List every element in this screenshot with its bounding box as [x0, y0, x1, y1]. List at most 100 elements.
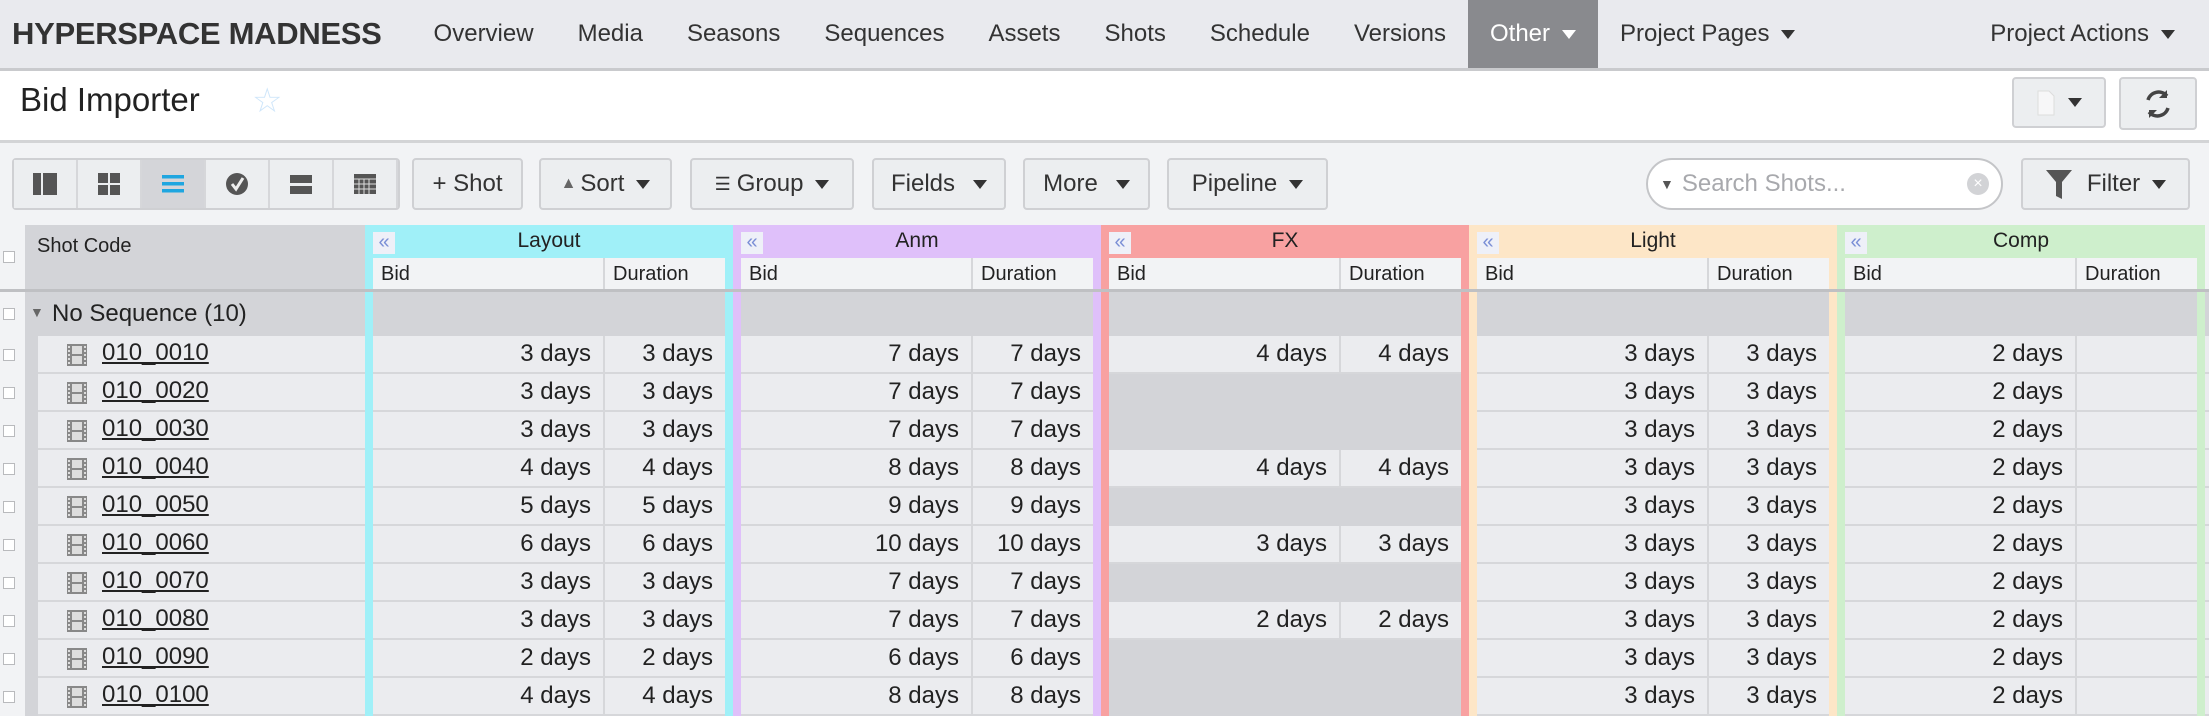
duration-cell[interactable]: 3 days: [1709, 488, 1829, 524]
bid-cell[interactable]: 2 days: [373, 640, 605, 676]
bid-cell[interactable]: 9 days: [741, 488, 973, 524]
bid-cell[interactable]: 3 days: [373, 336, 605, 372]
bid-cell[interactable]: 2 days: [1845, 678, 2077, 714]
duration-cell[interactable]: [2077, 374, 2197, 410]
duration-cell[interactable]: 3 days: [1709, 602, 1829, 638]
subheader-duration[interactable]: Duration: [605, 258, 725, 291]
more-button[interactable]: More: [1023, 158, 1150, 210]
bid-cell[interactable]: 3 days: [1477, 564, 1709, 600]
duration-cell[interactable]: 3 days: [605, 374, 725, 410]
bid-cell[interactable]: 3 days: [1477, 336, 1709, 372]
table-row[interactable]: 010_0060 6 days 6 days 10 days 10 days 3 days…: [0, 526, 2209, 564]
nav-item-shots[interactable]: Shots: [1082, 0, 1187, 68]
duration-cell[interactable]: [1341, 412, 1461, 450]
duration-cell[interactable]: 2 days: [1341, 602, 1461, 638]
row-view-button[interactable]: [270, 160, 334, 208]
bid-cell[interactable]: 8 days: [741, 678, 973, 714]
sequence-group-row[interactable]: ▼ No Sequence (10): [0, 292, 2209, 336]
bid-cell[interactable]: 3 days: [373, 374, 605, 410]
subheader-duration[interactable]: Duration: [2077, 258, 2197, 291]
bid-cell[interactable]: 2 days: [1109, 602, 1341, 638]
bid-cell[interactable]: 8 days: [741, 450, 973, 486]
table-row[interactable]: 010_0030 3 days 3 days 7 days 7 days 3 days 3 …: [0, 412, 2209, 450]
nav-item-other[interactable]: Other: [1468, 0, 1599, 68]
bid-cell[interactable]: 2 days: [1845, 526, 2077, 562]
bid-cell[interactable]: [1109, 412, 1341, 450]
bid-cell[interactable]: 2 days: [1845, 488, 2077, 524]
bid-cell[interactable]: 3 days: [1477, 602, 1709, 638]
table-row[interactable]: 010_0020 3 days 3 days 7 days 7 days 3 days 3 …: [0, 374, 2209, 412]
subheader-bid[interactable]: Bid: [1845, 258, 2077, 291]
select-all-checkbox[interactable]: [3, 251, 15, 263]
bid-cell[interactable]: [1109, 374, 1341, 412]
bid-cell[interactable]: 2 days: [1845, 564, 2077, 600]
subheader-bid[interactable]: Bid: [1109, 258, 1341, 291]
shot-code-link[interactable]: 010_0100: [102, 681, 209, 709]
bid-cell[interactable]: [1109, 488, 1341, 526]
duration-cell[interactable]: 5 days: [605, 488, 725, 524]
shot-code-link[interactable]: 010_0070: [102, 567, 209, 595]
subheader-duration[interactable]: Duration: [973, 258, 1093, 291]
table-row[interactable]: 010_0100 4 days 4 days 8 days 8 days 3 days 3 …: [0, 678, 2209, 716]
bid-cell[interactable]: 2 days: [1845, 412, 2077, 448]
shot-code-link[interactable]: 010_0020: [102, 377, 209, 405]
bid-cell[interactable]: 2 days: [1845, 336, 2077, 372]
duration-cell[interactable]: [2077, 450, 2197, 486]
subheader-duration[interactable]: Duration: [1341, 258, 1461, 291]
group-checkbox[interactable]: [3, 308, 15, 320]
shot-code-link[interactable]: 010_0010: [102, 339, 209, 367]
shot-code-link[interactable]: 010_0060: [102, 529, 209, 557]
duration-cell[interactable]: 7 days: [973, 412, 1093, 448]
project-title[interactable]: HYPERSPACE MADNESS: [12, 16, 382, 52]
project-actions-menu[interactable]: Project Actions: [1968, 0, 2197, 68]
subheader-bid[interactable]: Bid: [741, 258, 973, 291]
duration-cell[interactable]: [1341, 640, 1461, 678]
bid-cell[interactable]: 7 days: [741, 374, 973, 410]
thumbnail-view-button[interactable]: [78, 160, 142, 208]
row-checkbox[interactable]: [3, 539, 15, 551]
bid-cell[interactable]: 3 days: [1477, 374, 1709, 410]
bid-cell[interactable]: 4 days: [1109, 450, 1341, 486]
bid-cell[interactable]: 5 days: [373, 488, 605, 524]
table-row[interactable]: 010_0010 3 days 3 days 7 days 7 days 4 days 4 …: [0, 336, 2209, 374]
row-checkbox[interactable]: [3, 425, 15, 437]
duration-cell[interactable]: 3 days: [1709, 564, 1829, 600]
bid-cell[interactable]: 2 days: [1845, 374, 2077, 410]
duration-cell[interactable]: 3 days: [605, 412, 725, 448]
spreadsheet-view-button[interactable]: [334, 160, 398, 208]
duration-cell[interactable]: [2077, 336, 2197, 372]
bid-cell[interactable]: 6 days: [373, 526, 605, 562]
row-checkbox[interactable]: [3, 501, 15, 513]
duration-cell[interactable]: 4 days: [605, 678, 725, 714]
duration-cell[interactable]: 3 days: [1709, 640, 1829, 676]
bid-cell[interactable]: 2 days: [1845, 602, 2077, 638]
duration-cell[interactable]: [2077, 678, 2197, 714]
table-row[interactable]: 010_0080 3 days 3 days 7 days 7 days 2 days 2 …: [0, 602, 2209, 640]
duration-cell[interactable]: 10 days: [973, 526, 1093, 562]
duration-cell[interactable]: [1341, 488, 1461, 526]
duration-cell[interactable]: 3 days: [605, 602, 725, 638]
nav-item-media[interactable]: Media: [556, 0, 665, 68]
row-checkbox[interactable]: [3, 387, 15, 399]
bid-cell[interactable]: 7 days: [741, 564, 973, 600]
row-checkbox[interactable]: [3, 615, 15, 627]
duration-cell[interactable]: [1341, 564, 1461, 602]
table-row[interactable]: 010_0070 3 days 3 days 7 days 7 days 3 days 3 …: [0, 564, 2209, 602]
nav-item-overview[interactable]: Overview: [412, 0, 556, 68]
duration-cell[interactable]: 3 days: [1709, 526, 1829, 562]
duration-cell[interactable]: 8 days: [973, 450, 1093, 486]
search-dropdown-icon[interactable]: ▼: [1660, 176, 1674, 192]
duration-cell[interactable]: [2077, 526, 2197, 562]
duration-cell[interactable]: 7 days: [973, 564, 1093, 600]
bid-cell[interactable]: 3 days: [1477, 412, 1709, 448]
nav-item-sequences[interactable]: Sequences: [802, 0, 966, 68]
bid-cell[interactable]: [1109, 640, 1341, 678]
subheader-bid[interactable]: Bid: [1477, 258, 1709, 291]
row-checkbox[interactable]: [3, 349, 15, 361]
task-status-button[interactable]: [206, 160, 270, 208]
bid-cell[interactable]: 7 days: [741, 602, 973, 638]
subheader-bid[interactable]: Bid: [373, 258, 605, 291]
duration-cell[interactable]: [2077, 602, 2197, 638]
duration-cell[interactable]: 3 days: [1709, 678, 1829, 714]
nav-item-schedule[interactable]: Schedule: [1188, 0, 1332, 68]
